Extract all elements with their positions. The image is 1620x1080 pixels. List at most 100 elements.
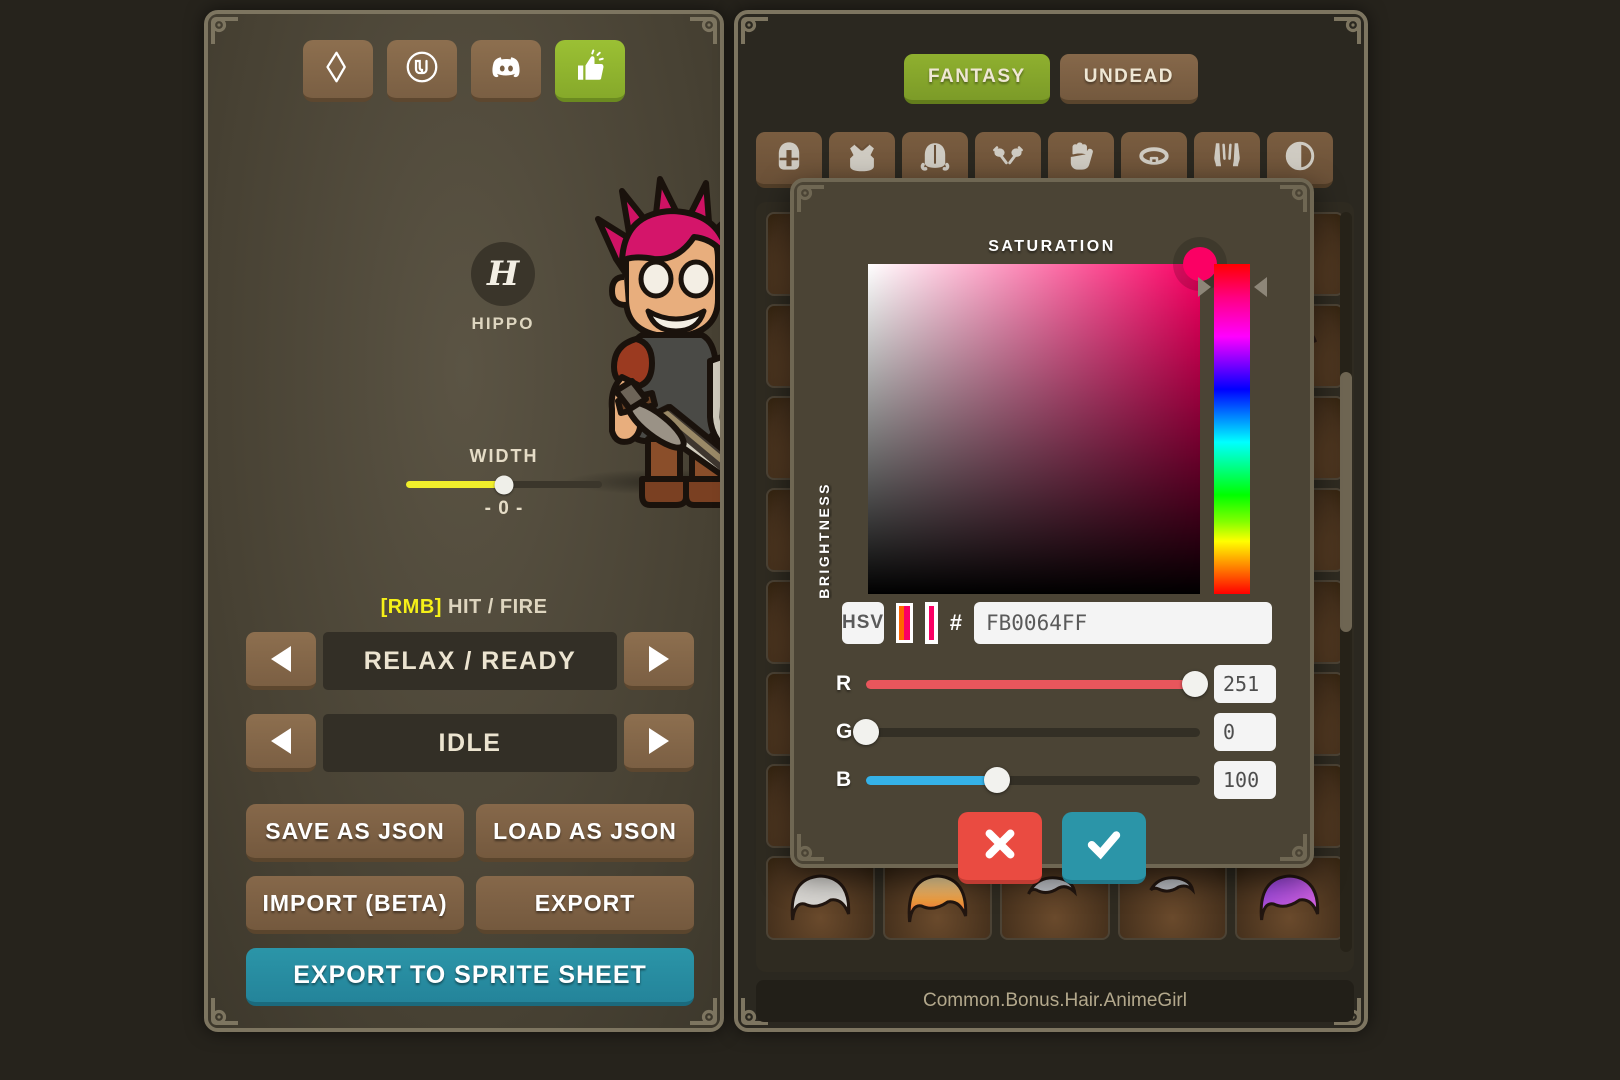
spiral-ornament-icon (1278, 184, 1308, 214)
chevron-right-icon (649, 646, 669, 672)
tab-fantasy[interactable]: FANTASY (903, 54, 1050, 104)
hue-slider[interactable] (1214, 264, 1250, 594)
spiral-ornament-icon (210, 996, 240, 1026)
green-channel-label: G (836, 720, 853, 743)
width-slider-fill (406, 481, 504, 488)
rmb-hint: [RMB] HIT / FIRE (208, 596, 720, 619)
shoulders-icon (991, 139, 1025, 178)
blue-channel-track[interactable] (866, 767, 1200, 793)
spiral-ornament-icon (796, 184, 826, 214)
load-as-json-button[interactable]: LOAD AS JSON (476, 804, 694, 862)
hex-color-input[interactable] (974, 602, 1272, 644)
width-slider-knob[interactable] (494, 475, 514, 494)
color-mode-button[interactable]: HSV (842, 602, 885, 644)
color-value-row: HSV # (842, 600, 1272, 646)
item-name-bar: Common.Bonus.Hair.AnimeGirl (756, 980, 1354, 1022)
red-channel-track[interactable] (866, 671, 1208, 697)
inventory-scrollbar-track[interactable] (1340, 212, 1352, 952)
close-icon (979, 823, 1021, 870)
chevron-left-icon (271, 646, 291, 672)
cancel-button[interactable] (958, 812, 1042, 884)
dialog-action-row (794, 812, 1310, 884)
color-picker-body: SATURATION BRIGHTNESS HSV # FB0064FF R 2… (794, 182, 1310, 884)
green-channel-track[interactable] (853, 719, 1200, 745)
red-channel-value[interactable]: 251 (1214, 665, 1276, 703)
unreal-icon (404, 49, 440, 90)
green-channel-value[interactable]: 0 (1214, 713, 1276, 751)
rmb-hint-text: HIT / FIRE (441, 596, 548, 618)
color-compare-swatch (896, 603, 913, 643)
width-slider-group: WIDTH - 0 - (404, 446, 604, 520)
green-channel-row: G 0 (836, 712, 1276, 752)
save-as-json-button[interactable]: SAVE AS JSON (246, 804, 464, 862)
animation-clip-next-button[interactable] (624, 714, 694, 772)
width-value: - 0 - (484, 498, 524, 519)
blue-channel-knob[interactable] (983, 767, 1010, 793)
current-color-swatch (924, 602, 938, 644)
item-name-label: Common.Bonus.Hair.AnimeGirl (923, 990, 1187, 1011)
current-color-fill (928, 606, 934, 640)
blue-channel-row: B 100 (836, 760, 1276, 800)
unity-icon (320, 49, 356, 90)
spiral-ornament-icon (1332, 16, 1362, 46)
category-tabs: FANTASY UNDEAD (738, 54, 1364, 104)
left-panel-inner: H HIPPO WIDTH - 0 - [RMB] HIT / FIRE REL… (208, 14, 720, 1028)
helmet-icon (772, 139, 806, 178)
rmb-key-label: [RMB] (380, 596, 442, 618)
check-icon (1083, 823, 1125, 870)
sv-black-gradient (868, 264, 1200, 594)
unity-link-button[interactable] (303, 40, 373, 102)
character-preview-panel: H HIPPO WIDTH - 0 - [RMB] HIT / FIRE REL… (204, 10, 724, 1032)
red-channel-row: R 251 (836, 664, 1276, 704)
width-slider-track[interactable] (406, 475, 602, 494)
animation-state-next-button[interactable] (624, 632, 694, 690)
thumbs-up-icon (572, 49, 608, 90)
discord-link-button[interactable] (471, 40, 541, 102)
new-color-swatch (904, 606, 910, 640)
animation-clip-selector: IDLE (246, 714, 694, 772)
green-channel-knob[interactable] (853, 719, 879, 745)
color-picker-dialog: SATURATION BRIGHTNESS HSV # FB0064FF R 2… (790, 178, 1314, 884)
hue-caret-right-icon (1254, 277, 1267, 297)
animation-state-selector: RELAX / READY (246, 632, 694, 690)
animation-state-prev-button[interactable] (246, 632, 316, 690)
like-button[interactable] (555, 40, 625, 102)
chevron-right-icon (649, 728, 669, 754)
chevron-left-icon (271, 728, 291, 754)
red-channel-label: R (836, 672, 852, 695)
glove-icon (1064, 139, 1098, 178)
unreal-link-button[interactable] (387, 40, 457, 102)
confirm-button[interactable] (1062, 812, 1146, 884)
saturation-axis-label: SATURATION (988, 238, 1116, 255)
blue-channel-fill (866, 775, 997, 785)
sv-selector-knob[interactable] (1183, 247, 1217, 281)
shield-icon (1283, 139, 1317, 178)
discord-icon (488, 49, 524, 90)
saturation-brightness-field[interactable] (868, 247, 1217, 594)
red-channel-knob[interactable] (1181, 671, 1208, 697)
external-links-row (208, 40, 720, 102)
hash-symbol: # (949, 610, 962, 635)
tab-undead[interactable]: UNDEAD (1059, 54, 1199, 104)
inventory-scrollbar-thumb[interactable] (1340, 372, 1352, 632)
hue-caret-left-icon (1198, 277, 1211, 297)
export-button[interactable]: EXPORT (476, 876, 694, 934)
animation-state-value: RELAX / READY (323, 632, 617, 690)
brightness-axis-label: BRIGHTNESS (816, 482, 832, 599)
backpack-icon (918, 139, 952, 178)
hippo-logo: H (471, 242, 535, 306)
animation-clip-value: IDLE (323, 714, 617, 772)
import-beta-button[interactable]: IMPORT (BETA) (246, 876, 464, 934)
chest-armor-icon (845, 139, 879, 178)
belt-icon (1137, 139, 1171, 178)
boots-icon (1210, 139, 1244, 178)
export-sprite-sheet-button[interactable]: EXPORT TO SPRITE SHEET (246, 948, 694, 1006)
width-label: WIDTH (469, 446, 539, 466)
blue-channel-value[interactable]: 100 (1214, 761, 1276, 799)
blue-channel-label: B (836, 768, 852, 791)
spiral-ornament-icon (740, 16, 770, 46)
app-root: H HIPPO WIDTH - 0 - [RMB] HIT / FIRE REL… (0, 0, 1620, 1080)
hippo-monogram: H (486, 254, 520, 294)
red-channel-fill (866, 679, 1195, 689)
animation-clip-prev-button[interactable] (246, 714, 316, 772)
